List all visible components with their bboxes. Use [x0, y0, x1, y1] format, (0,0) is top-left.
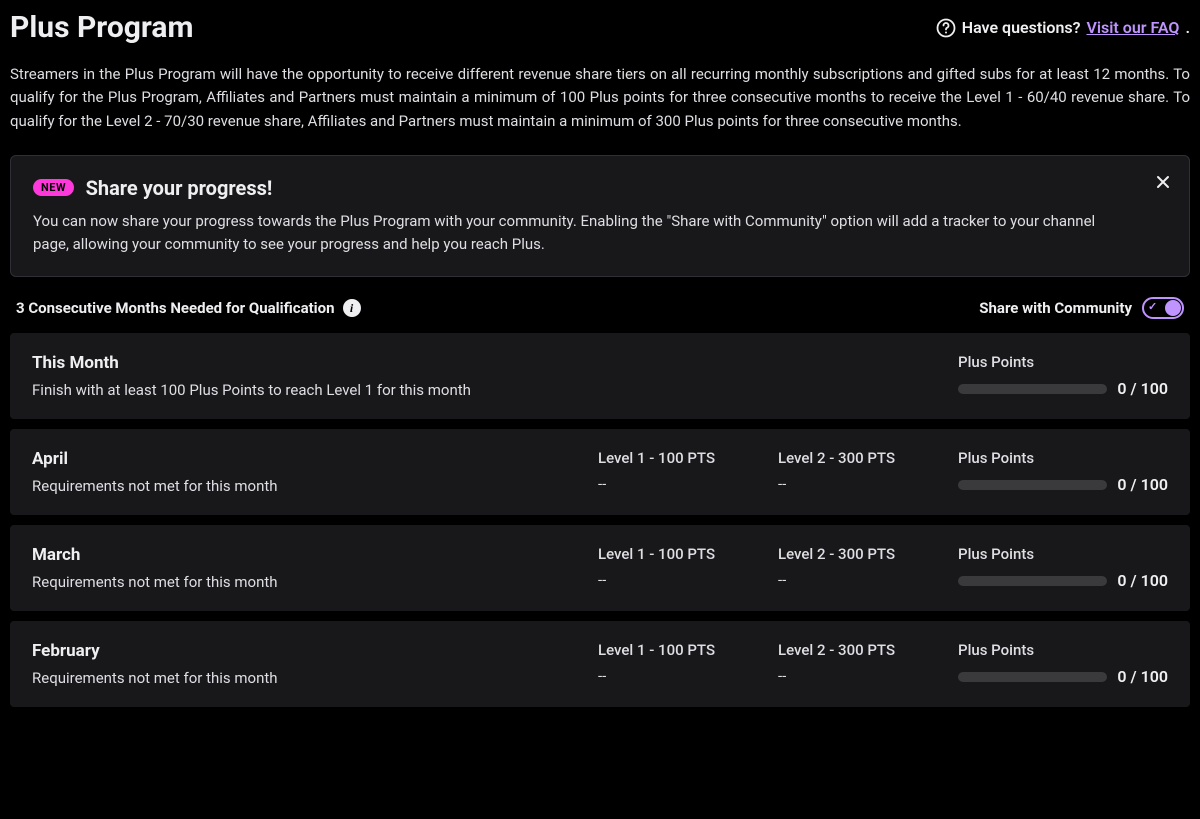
close-icon[interactable]: [1153, 172, 1173, 192]
month-subtitle: Finish with at least 100 Plus Points to …: [32, 381, 948, 399]
points-header: Plus Points: [958, 641, 1168, 659]
month-name: This Month: [32, 353, 948, 373]
month-name: April: [32, 449, 588, 469]
progress-bar: [958, 480, 1107, 490]
month-card: April Requirements not met for this mont…: [10, 429, 1190, 515]
new-badge: NEW: [33, 179, 74, 196]
intro-text: Streamers in the Plus Program will have …: [10, 63, 1190, 133]
faq-suffix: .: [1185, 18, 1190, 37]
level1-value: --: [598, 571, 768, 589]
month-card: February Requirements not met for this m…: [10, 621, 1190, 707]
help-icon: [936, 18, 956, 38]
level1-header: Level 1 - 100 PTS: [598, 545, 768, 563]
level2-value: --: [778, 667, 948, 685]
level2-header: Level 2 - 300 PTS: [778, 641, 948, 659]
info-icon[interactable]: i: [343, 299, 361, 317]
banner-body: You can now share your progress towards …: [33, 210, 1113, 257]
points-value: 0 / 100: [1117, 475, 1168, 494]
share-progress-banner: NEW Share your progress! You can now sha…: [10, 155, 1190, 278]
points-value: 0 / 100: [1117, 667, 1168, 686]
month-subtitle: Requirements not met for this month: [32, 669, 588, 687]
qualification-label: 3 Consecutive Months Needed for Qualific…: [16, 299, 361, 317]
level2-header: Level 2 - 300 PTS: [778, 449, 948, 467]
qualification-text: 3 Consecutive Months Needed for Qualific…: [16, 299, 335, 317]
month-subtitle: Requirements not met for this month: [32, 573, 588, 591]
faq-section: Have questions? Visit our FAQ.: [936, 18, 1190, 38]
level1-header: Level 1 - 100 PTS: [598, 641, 768, 659]
points-value: 0 / 100: [1117, 571, 1168, 590]
month-subtitle: Requirements not met for this month: [32, 477, 588, 495]
page-title: Plus Program: [10, 10, 193, 45]
level1-value: --: [598, 667, 768, 685]
banner-title: Share your progress!: [86, 176, 273, 200]
month-name: February: [32, 641, 588, 661]
points-header: Plus Points: [958, 449, 1168, 467]
points-value: 0 / 100: [1117, 379, 1168, 398]
month-card-current: This Month Finish with at least 100 Plus…: [10, 333, 1190, 419]
progress-bar: [958, 576, 1107, 586]
progress-bar: [958, 384, 1107, 394]
points-header: Plus Points: [958, 353, 1168, 371]
level2-value: --: [778, 475, 948, 493]
points-header: Plus Points: [958, 545, 1168, 563]
month-card: March Requirements not met for this mont…: [10, 525, 1190, 611]
level1-value: --: [598, 475, 768, 493]
level2-value: --: [778, 571, 948, 589]
faq-prefix: Have questions?: [962, 18, 1081, 37]
level2-header: Level 2 - 300 PTS: [778, 545, 948, 563]
share-toggle[interactable]: ✓: [1142, 297, 1184, 319]
month-name: March: [32, 545, 588, 565]
level1-header: Level 1 - 100 PTS: [598, 449, 768, 467]
share-toggle-label: Share with Community: [979, 299, 1132, 317]
faq-link[interactable]: Visit our FAQ: [1086, 18, 1179, 37]
progress-bar: [958, 672, 1107, 682]
